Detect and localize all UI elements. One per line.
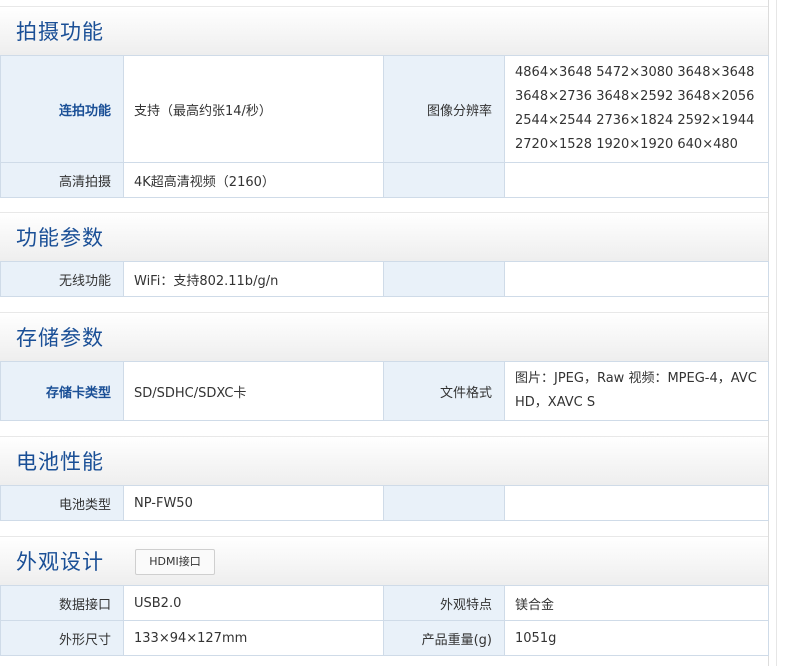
- spec-label: 图像分辨率: [383, 55, 505, 163]
- spec-page: 拍摄功能 连拍功能 支持（最高约张14/秒） 图像分辨率 4864×3648 5…: [0, 0, 769, 666]
- section-header: 存储参数: [0, 312, 768, 361]
- spec-label: [383, 162, 505, 198]
- spec-label: 存储卡类型: [0, 361, 124, 421]
- spec-label: [383, 485, 505, 521]
- section-title: 拍摄功能: [16, 20, 104, 44]
- section-storage: 存储参数 存储卡类型 SD/SDHC/SDXC卡 文件格式 图片：JPEG，Ra…: [0, 312, 769, 421]
- section-header: 电池性能: [0, 436, 768, 485]
- section-header: 拍摄功能: [0, 6, 768, 55]
- spec-value: [504, 485, 769, 521]
- spec-value: WiFi：支持802.11b/g/n: [123, 261, 384, 297]
- section-header: 功能参数: [0, 212, 768, 261]
- section-appearance: 外观设计 HDMI接口 数据接口 USB2.0 外观特点 镁合金 外形尺寸 13…: [0, 536, 769, 656]
- spec-label: 数据接口: [0, 585, 124, 621]
- spec-table: 存储卡类型 SD/SDHC/SDXC卡 文件格式 图片：JPEG，Raw 视频：…: [0, 361, 769, 421]
- spec-value: 镁合金: [504, 585, 769, 621]
- section-title: 功能参数: [16, 226, 104, 250]
- hdmi-tag-button[interactable]: HDMI接口: [135, 549, 215, 575]
- spec-label: 外观特点: [383, 585, 505, 621]
- table-row: 高清拍摄 4K超高清视频（2160）: [0, 162, 769, 198]
- spec-label: 连拍功能: [0, 55, 124, 163]
- spec-value: 133×94×127mm: [123, 620, 384, 656]
- spec-table: 连拍功能 支持（最高约张14/秒） 图像分辨率 4864×3648 5472×3…: [0, 55, 769, 198]
- table-row: 外形尺寸 133×94×127mm 产品重量(g) 1051g: [0, 620, 769, 656]
- spec-table: 电池类型 NP-FW50: [0, 485, 769, 521]
- spec-table: 无线功能 WiFi：支持802.11b/g/n: [0, 261, 769, 297]
- section-shooting: 拍摄功能 连拍功能 支持（最高约张14/秒） 图像分辨率 4864×3648 5…: [0, 6, 769, 198]
- section-title: 存储参数: [16, 326, 104, 350]
- table-row: 存储卡类型 SD/SDHC/SDXC卡 文件格式 图片：JPEG，Raw 视频：…: [0, 361, 769, 421]
- spec-label: 无线功能: [0, 261, 124, 297]
- spec-value: 支持（最高约张14/秒）: [123, 55, 384, 163]
- section-battery: 电池性能 电池类型 NP-FW50: [0, 436, 769, 521]
- spec-label: [383, 261, 505, 297]
- spec-label: 高清拍摄: [0, 162, 124, 198]
- section-header: 外观设计 HDMI接口: [0, 536, 768, 585]
- spec-value: SD/SDHC/SDXC卡: [123, 361, 384, 421]
- spec-value: 4864×3648 5472×3080 3648×3648 3648×2736 …: [504, 55, 769, 163]
- section-title: 外观设计: [16, 550, 104, 574]
- spec-value: NP-FW50: [123, 485, 384, 521]
- table-row: 连拍功能 支持（最高约张14/秒） 图像分辨率 4864×3648 5472×3…: [0, 55, 769, 163]
- spec-label: 产品重量(g): [383, 620, 505, 656]
- spec-value: 图片：JPEG，Raw 视频：MPEG-4，AVCHD，XAVC S: [504, 361, 769, 421]
- spec-label: 文件格式: [383, 361, 505, 421]
- spec-table: 数据接口 USB2.0 外观特点 镁合金 外形尺寸 133×94×127mm 产…: [0, 585, 769, 656]
- spec-value: [504, 261, 769, 297]
- section-title: 电池性能: [16, 450, 104, 474]
- section-function: 功能参数 无线功能 WiFi：支持802.11b/g/n: [0, 212, 769, 297]
- table-row: 无线功能 WiFi：支持802.11b/g/n: [0, 261, 769, 297]
- spec-label: 外形尺寸: [0, 620, 124, 656]
- spec-value: 4K超高清视频（2160）: [123, 162, 384, 198]
- spec-value: 1051g: [504, 620, 769, 656]
- table-row: 数据接口 USB2.0 外观特点 镁合金: [0, 585, 769, 621]
- table-row: 电池类型 NP-FW50: [0, 485, 769, 521]
- spec-value: USB2.0: [123, 585, 384, 621]
- page-edge-divider: [776, 0, 777, 666]
- spec-label: 电池类型: [0, 485, 124, 521]
- spec-value: [504, 162, 769, 198]
